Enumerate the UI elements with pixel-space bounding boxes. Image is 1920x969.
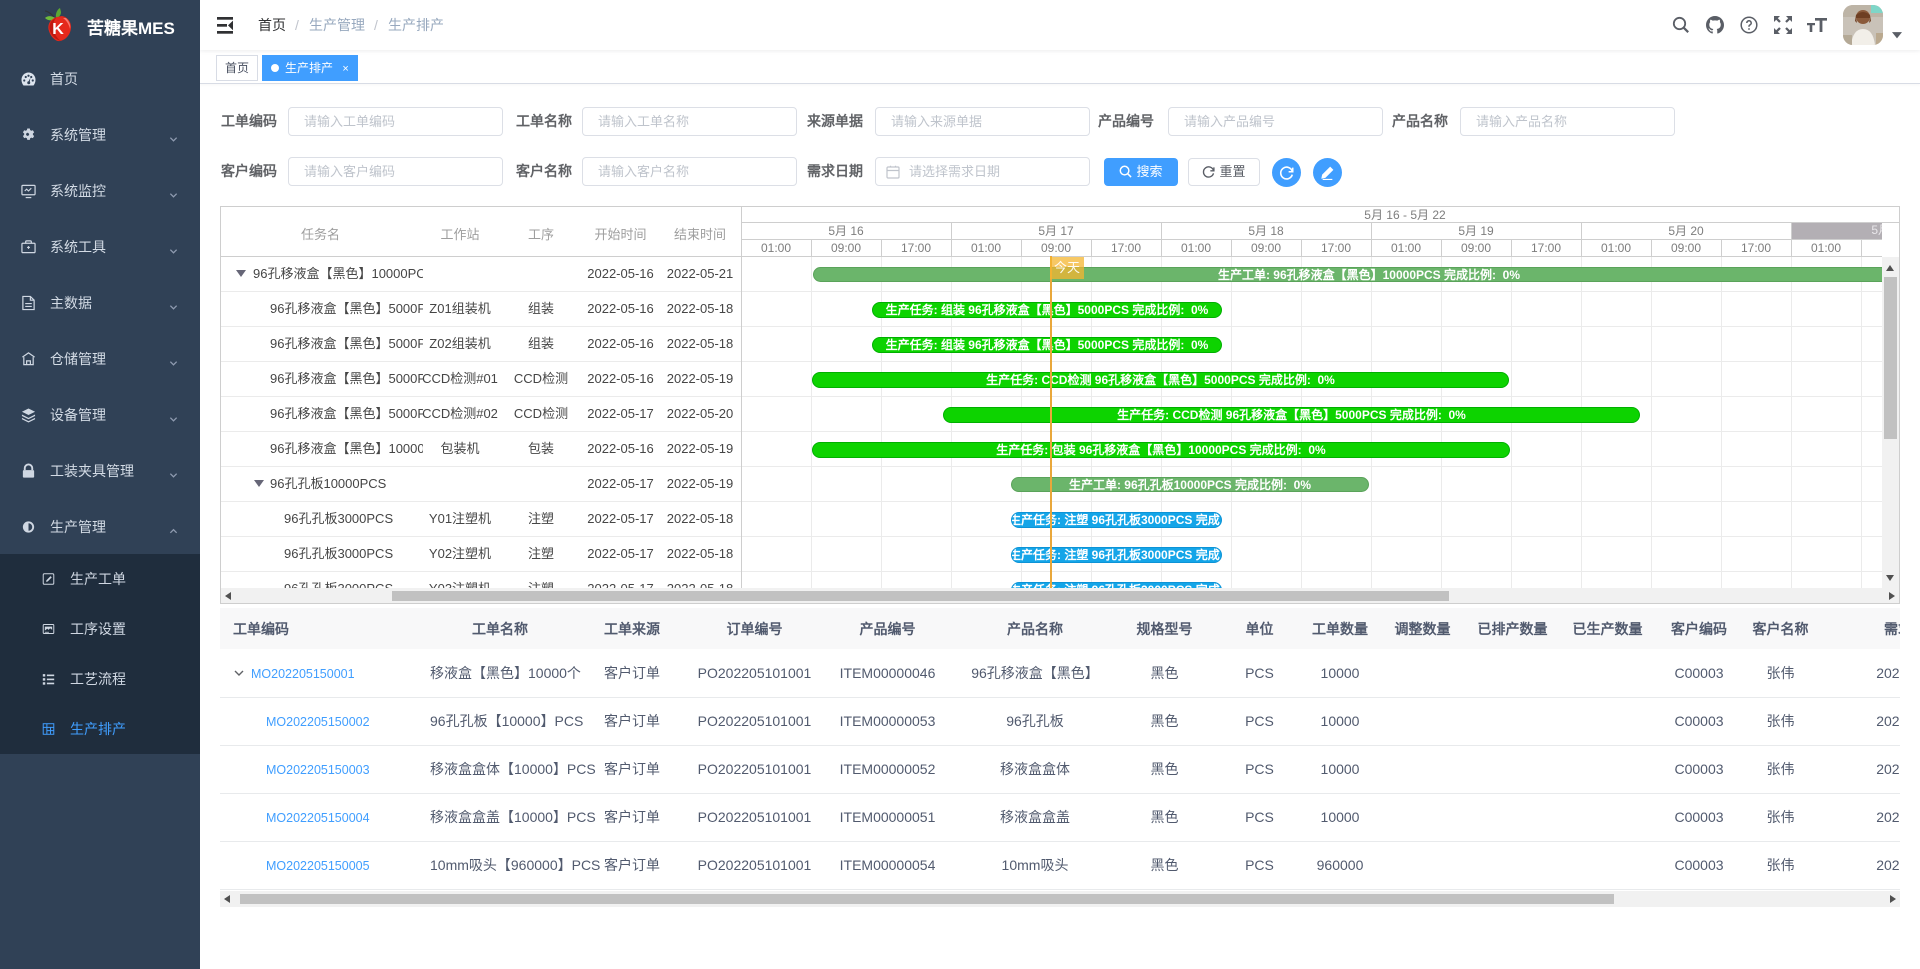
svg-text:K: K <box>52 21 64 38</box>
